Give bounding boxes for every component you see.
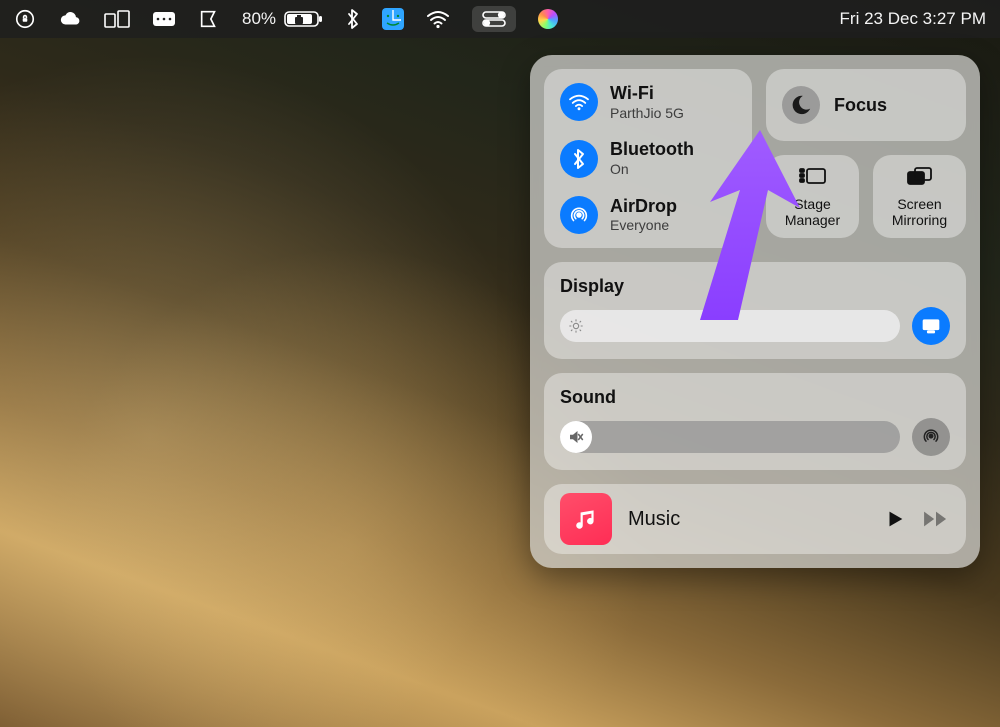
control-center-panel: Wi-Fi ParthJio 5G Bluetooth On AirDrop [530, 55, 980, 568]
display-settings-button[interactable] [912, 307, 950, 345]
wifi-subtitle: ParthJio 5G [610, 105, 684, 122]
lock-icon[interactable] [14, 8, 36, 30]
sound-card: Sound [544, 373, 966, 470]
keyboard-icon[interactable] [152, 10, 176, 28]
cloud-icon[interactable] [58, 8, 82, 30]
stage-manager-button[interactable]: StageManager [766, 155, 859, 238]
focus-title: Focus [834, 95, 887, 116]
bluetooth-menu-icon[interactable] [346, 8, 360, 30]
sound-volume-slider[interactable] [560, 421, 900, 453]
bluetooth-title: Bluetooth [610, 139, 694, 161]
wifi-toggle[interactable]: Wi-Fi ParthJio 5G [560, 83, 736, 121]
brightness-icon [560, 310, 592, 342]
menu-bar: 80% Fri 23 Dec 3:27 PM [0, 0, 1000, 38]
music-label: Music [628, 508, 868, 531]
battery-status[interactable]: 80% [242, 9, 324, 29]
airdrop-subtitle: Everyone [610, 217, 677, 234]
wifi-title: Wi-Fi [610, 83, 684, 105]
moon-icon [782, 86, 820, 124]
display-header: Display [560, 276, 950, 297]
menu-extra-icon[interactable] [198, 8, 220, 30]
display-card: Display [544, 262, 966, 359]
stage-manager-icon [798, 165, 828, 192]
airdrop-toggle[interactable]: AirDrop Everyone [560, 196, 736, 234]
screen-mirroring-icon [905, 165, 935, 192]
cc-right-column: Focus StageManager ScreenMirroring [766, 69, 966, 248]
airplay-audio-button[interactable] [912, 418, 950, 456]
mirror-l1: Screen [897, 196, 941, 212]
music-app-icon [560, 493, 612, 545]
control-center-toggle[interactable] [472, 6, 516, 32]
next-track-button[interactable] [922, 508, 950, 530]
wifi-menu-icon[interactable] [426, 9, 450, 29]
mirror-l2: Mirroring [892, 212, 947, 228]
menu-datetime[interactable]: Fri 23 Dec 3:27 PM [840, 9, 986, 29]
stage-l1: Stage [794, 196, 831, 212]
sidecar-icon[interactable] [104, 9, 130, 29]
display-brightness-slider[interactable] [560, 310, 900, 342]
battery-percent-label: 80% [242, 9, 276, 29]
cc-row-top: Wi-Fi ParthJio 5G Bluetooth On AirDrop [544, 69, 966, 248]
bluetooth-toggle[interactable]: Bluetooth On [560, 139, 736, 177]
bluetooth-subtitle: On [610, 161, 694, 178]
battery-icon [284, 9, 324, 29]
finder-menu-icon[interactable] [382, 8, 404, 30]
mute-icon [560, 421, 592, 453]
siri-icon[interactable] [538, 9, 558, 29]
airdrop-title: AirDrop [610, 196, 677, 218]
play-button[interactable] [884, 508, 906, 530]
bluetooth-icon [560, 140, 598, 178]
screen-mirroring-button[interactable]: ScreenMirroring [873, 155, 966, 238]
sound-header: Sound [560, 387, 950, 408]
airdrop-icon [560, 196, 598, 234]
focus-button[interactable]: Focus [766, 69, 966, 141]
stage-l2: Manager [785, 212, 840, 228]
connectivity-card: Wi-Fi ParthJio 5G Bluetooth On AirDrop [544, 69, 752, 248]
now-playing-card[interactable]: Music [544, 484, 966, 554]
wifi-icon [560, 83, 598, 121]
